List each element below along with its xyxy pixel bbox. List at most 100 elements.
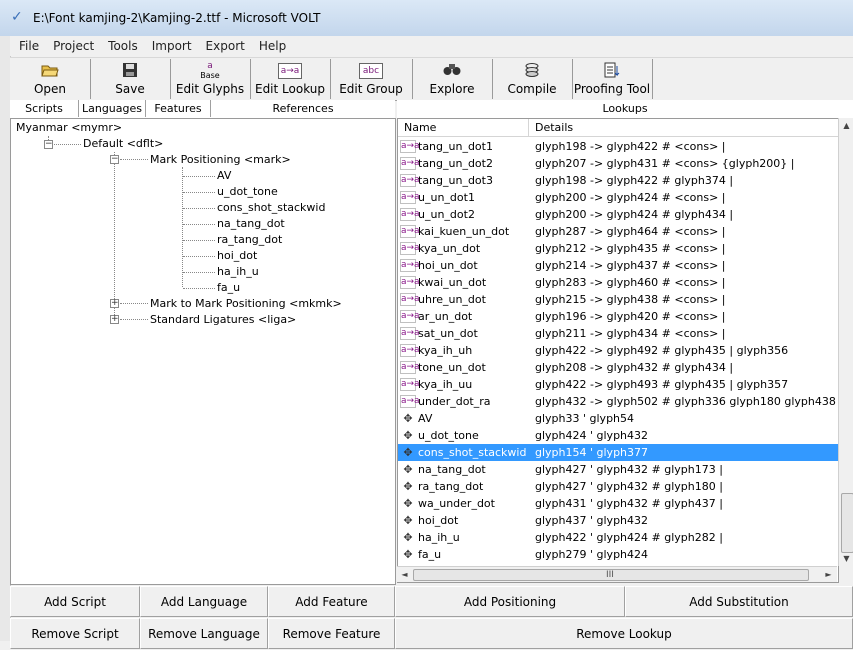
lookup-row[interactable]: a→a tang_un_dot2 glyph207 -> glyph431 # <c…	[398, 155, 838, 172]
column-details[interactable]: Details	[535, 121, 573, 134]
add-feature-button[interactable]: Add Feature	[268, 586, 395, 617]
remove-script-button[interactable]: Remove Script	[10, 618, 140, 649]
floppy-disk-icon	[90, 62, 170, 82]
lookup-details: glyph208 -> glyph432 # glyph434 |	[535, 361, 734, 374]
lookup-details: glyph427 ' glyph432 # glyph173 |	[535, 463, 723, 476]
add-substitution-button[interactable]: Add Substitution	[625, 586, 853, 617]
lookup-row[interactable]: a→a sat_un_dot glyph211 -> glyph434 # <con…	[398, 325, 838, 342]
lookup-row[interactable]: a→a kya_ih_uu glyph422 -> glyph493 # glyph…	[398, 376, 838, 393]
tree-lookup-cons-shot-stackwid[interactable]: cons_shot_stackwid	[217, 201, 325, 214]
lookup-row[interactable]: a→a ar_un_dot glyph196 -> glyph420 # <cons…	[398, 308, 838, 325]
lookups-vertical-scrollbar[interactable]: ▲ ▼	[838, 118, 853, 566]
lookup-row[interactable]: a→a kwai_un_dot glyph283 -> glyph460 # <co…	[398, 274, 838, 291]
compile-stack-icon	[492, 62, 572, 82]
scroll-thumb[interactable]: III	[413, 569, 809, 581]
expand-icon[interactable]: +	[110, 299, 119, 308]
lookup-row[interactable]: ✥ na_tang_dot glyph427 ' glyph432 # glyph1…	[398, 461, 838, 478]
tab-scripts[interactable]: Scripts	[10, 100, 79, 117]
lookup-row[interactable]: ✥ ha_ih_u glyph422 ' glyph424 # glyph282 |	[398, 529, 838, 546]
edit-glyphs-button[interactable]: a Base Edit Glyphs	[170, 59, 251, 99]
menu-tools[interactable]: Tools	[100, 36, 144, 53]
column-name[interactable]: Name	[404, 121, 436, 134]
edit-lookup-button[interactable]: a→a Edit Lookup	[250, 59, 331, 99]
tree-lookup-av[interactable]: AV	[217, 169, 231, 182]
tree-line	[183, 256, 215, 257]
lookups-header: Lookups	[397, 100, 853, 119]
scroll-thumb[interactable]	[841, 493, 853, 553]
lookup-details: glyph437 ' glyph432	[535, 514, 649, 527]
proofing-tool-button[interactable]: Proofing Tool	[572, 59, 653, 99]
expand-icon[interactable]: +	[110, 315, 119, 324]
lookups-horizontal-scrollbar[interactable]: ◄ III ►	[397, 566, 837, 582]
lookup-row[interactable]: a→a under_dot_ra glyph432 -> glyph502 # gl…	[398, 393, 838, 410]
lookup-row[interactable]: a→a tang_un_dot3 glyph198 -> glyph422 # gl…	[398, 172, 838, 189]
save-button[interactable]: Save	[90, 59, 171, 99]
explore-button[interactable]: Explore	[412, 59, 493, 99]
tree-script-node[interactable]: Myanmar <mymr>	[16, 121, 122, 134]
tree-language-node[interactable]: Default <dflt>	[83, 137, 163, 150]
lookup-row[interactable]: a→a tone_un_dot glyph208 -> glyph432 # gly…	[398, 359, 838, 376]
lookup-row[interactable]: a→a u_un_dot1 glyph200 -> glyph424 # <cons…	[398, 189, 838, 206]
volt-app-icon: ✓	[11, 9, 23, 25]
tab-features[interactable]: Features	[146, 100, 211, 117]
lookup-row[interactable]: a→a kya_un_dot glyph212 -> glyph435 # <con…	[398, 240, 838, 257]
column-separator[interactable]	[528, 119, 529, 136]
lookup-details: glyph215 -> glyph438 # <cons> |	[535, 293, 726, 306]
menu-export[interactable]: Export	[198, 36, 251, 53]
lookup-row[interactable]: a→a kya_ih_uh glyph422 -> glyph492 # glyph…	[398, 342, 838, 359]
menu-import[interactable]: Import	[144, 36, 198, 53]
lookups-list[interactable]: Name Details a→a tang_un_dot1 glyph198 -> …	[397, 118, 839, 583]
lookup-details: glyph424 ' glyph432	[535, 429, 649, 442]
menu-help[interactable]: Help	[251, 36, 292, 53]
remove-lookup-button[interactable]: Remove Lookup	[395, 618, 853, 649]
collapse-icon[interactable]: −	[110, 155, 119, 164]
compile-button[interactable]: Compile	[492, 59, 573, 99]
lookup-row[interactable]: a→a tang_un_dot1 glyph198 -> glyph422 # <c…	[398, 138, 838, 155]
lookup-row[interactable]: ✥ ra_tang_dot glyph427 ' glyph432 # glyph1…	[398, 478, 838, 495]
positioning-icon: ✥	[403, 429, 413, 442]
lookup-row[interactable]: a→a uhre_un_dot glyph215 -> glyph438 # <co…	[398, 291, 838, 308]
edit-group-button[interactable]: abc Edit Group	[330, 59, 413, 99]
open-button[interactable]: Open	[10, 59, 91, 99]
lookup-row[interactable]: ✥ wa_under_dot glyph431 ' glyph432 # glyph…	[398, 495, 838, 512]
add-positioning-button[interactable]: Add Positioning	[395, 586, 625, 617]
lookup-row[interactable]: ✥ cons_shot_stackwid glyph154 ' glyph377	[398, 444, 838, 461]
remove-feature-button[interactable]: Remove Feature	[268, 618, 395, 649]
lookup-name: wa_under_dot	[418, 497, 495, 510]
tree-lookup-u-dot-tone[interactable]: u_dot_tone	[217, 185, 278, 198]
lookup-row[interactable]: ✥ u_dot_tone glyph424 ' glyph432	[398, 427, 838, 444]
add-script-button[interactable]: Add Script	[10, 586, 140, 617]
tree-lookup-fa-u[interactable]: fa_u	[217, 281, 240, 294]
collapse-icon[interactable]: −	[44, 140, 53, 149]
remove-language-button[interactable]: Remove Language	[140, 618, 268, 649]
lookup-row[interactable]: ✥ AV glyph33 ' glyph54	[398, 410, 838, 427]
tree-feature-mark[interactable]: Mark Positioning <mark>	[150, 153, 291, 166]
feature-tree[interactable]: Myanmar <mymr> − Default <dflt> − Mark P…	[10, 118, 396, 585]
lookup-row[interactable]: a→a hoi_un_dot glyph214 -> glyph437 # <con…	[398, 257, 838, 274]
scroll-left-icon[interactable]: ◄	[397, 567, 412, 582]
lookup-row[interactable]: a→a u_un_dot2 glyph200 -> glyph424 # glyph…	[398, 206, 838, 223]
scroll-right-icon[interactable]: ►	[821, 567, 836, 582]
lookup-row[interactable]: a→a kai_kuen_un_dot glyph287 -> glyph464 #…	[398, 223, 838, 240]
scroll-up-icon[interactable]: ▲	[839, 118, 853, 133]
positioning-icon: ✥	[403, 497, 413, 510]
menu-bar: File Project Tools Import Export Help	[10, 36, 853, 56]
tree-lookup-hoi-dot[interactable]: hoi_dot	[217, 249, 257, 262]
tab-references[interactable]: References	[211, 100, 395, 117]
tab-languages[interactable]: Languages	[79, 100, 146, 117]
substitution-icon: a→a	[400, 327, 420, 340]
lookup-row[interactable]: ✥ hoi_dot glyph437 ' glyph432	[398, 512, 838, 529]
lookup-name: u_dot_tone	[418, 429, 479, 442]
tree-lookup-ha-ih-u[interactable]: ha_ih_u	[217, 265, 259, 278]
tree-lookup-ra-tang-dot[interactable]: ra_tang_dot	[217, 233, 282, 246]
lookup-name: kya_ih_uh	[418, 344, 473, 357]
lookup-row[interactable]: ✥ fa_u glyph279 ' glyph424	[398, 546, 838, 563]
tree-feature-liga[interactable]: Standard Ligatures <liga>	[150, 313, 296, 326]
scroll-down-icon[interactable]: ▼	[839, 551, 853, 566]
lookup-name: tang_un_dot2	[418, 157, 493, 170]
menu-file[interactable]: File	[10, 36, 45, 53]
tree-feature-mkmk[interactable]: Mark to Mark Positioning <mkmk>	[150, 297, 342, 310]
tree-lookup-na-tang-dot[interactable]: na_tang_dot	[217, 217, 285, 230]
add-language-button[interactable]: Add Language	[140, 586, 268, 617]
menu-project[interactable]: Project	[45, 36, 100, 53]
